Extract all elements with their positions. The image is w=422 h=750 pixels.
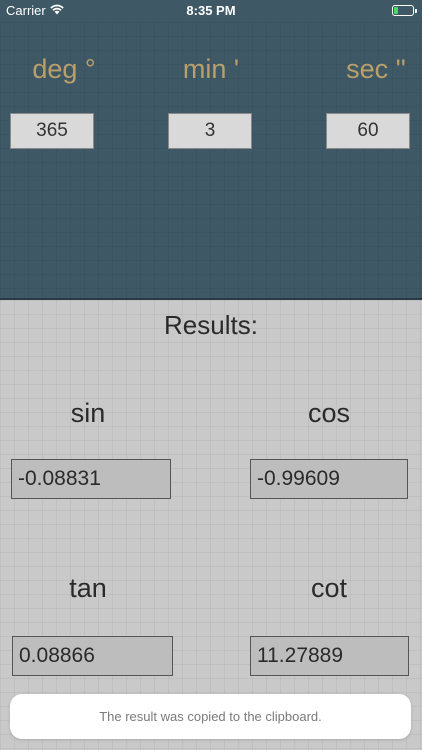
sin-label: sin: [70, 398, 106, 428]
results-panel: Results: sin cos tan cot: [0, 300, 422, 750]
min-label: min ': [182, 54, 240, 84]
min-input[interactable]: [168, 113, 252, 149]
status-time: 8:35 PM: [186, 3, 236, 18]
sin-result-field[interactable]: [11, 459, 171, 499]
sec-label: sec '': [346, 54, 406, 84]
deg-input[interactable]: [10, 113, 94, 149]
cos-result-field[interactable]: [250, 459, 408, 499]
cot-result-field[interactable]: [250, 636, 409, 676]
status-bar: Carrier 8:35 PM: [0, 0, 422, 22]
sec-input[interactable]: [326, 113, 410, 149]
angle-input-panel: deg ° min ' sec '': [0, 22, 422, 300]
toast-message: The result was copied to the clipboard.: [99, 709, 322, 724]
results-title: Results:: [164, 310, 258, 340]
battery-fill: [394, 7, 398, 14]
clipboard-toast: The result was copied to the clipboard.: [10, 694, 411, 739]
battery-icon: [392, 5, 417, 16]
tan-label: tan: [69, 573, 107, 603]
deg-label: deg °: [32, 54, 96, 84]
tan-result-field[interactable]: [12, 636, 173, 676]
cos-label: cos: [307, 398, 351, 428]
cot-label: cot: [310, 573, 348, 603]
